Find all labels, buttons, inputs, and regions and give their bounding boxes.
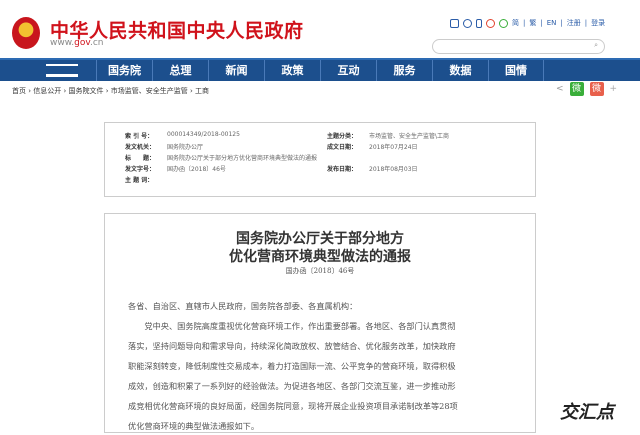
- topic-value: 市场监管、安全生产监管\工商: [369, 133, 450, 140]
- header-tools: 简 | 繁 | EN | 注册 | 登录: [450, 18, 605, 28]
- search-icon[interactable]: ⌕: [594, 41, 598, 50]
- nav-guowuyuan[interactable]: 国务院: [96, 60, 152, 81]
- link-traditional[interactable]: 繁: [529, 18, 536, 28]
- crumb-home[interactable]: 首页: [12, 87, 26, 95]
- wechat-icon[interactable]: [499, 18, 508, 28]
- national-emblem-icon: [12, 17, 40, 49]
- more-share-icon[interactable]: +: [610, 84, 618, 94]
- share-icon[interactable]: <: [556, 84, 564, 94]
- nav-hudong[interactable]: 互动: [320, 60, 376, 81]
- main-nav: 国务院 总理 新闻 政策 互动 服务 数据 国情: [0, 58, 640, 81]
- salutation: 各省、自治区、直辖市人民政府，国务院各部委、各直属机构：: [128, 301, 358, 311]
- nav-zongli[interactable]: 总理: [152, 60, 208, 81]
- issuer-label: 发文机关：: [125, 144, 156, 151]
- link-english[interactable]: EN: [547, 19, 557, 27]
- breadcrumb: 首页 › 信息公开 › 国务院文件 › 市场监管、安全生产监管 › 工商: [12, 87, 209, 95]
- link-simplified[interactable]: 简: [512, 18, 519, 28]
- date-value: 2018年07月24日: [369, 144, 418, 151]
- date-label: 成文日期：: [327, 144, 358, 151]
- document-info-box: 索 引 号： 000014349/2018-00125 主题分类： 市场监管、安全生…: [104, 122, 536, 197]
- nav-shuju[interactable]: 数据: [432, 60, 488, 81]
- pub-value: 2018年08月03日: [369, 166, 418, 173]
- site-header: 中华人民共和国中央人民政府 www.gov.cn 简 | 繁 | EN | 注册 | 登…: [0, 0, 640, 56]
- para-line: 成竞相优化营商环境的良好局面，经国务院同意，现将开展企业投资项目承诺制改革等28…: [128, 401, 458, 411]
- doc-number: 国办函〔2018〕46号: [285, 267, 355, 275]
- topic-label: 主题分类：: [327, 133, 358, 140]
- link-register[interactable]: 注册: [567, 18, 581, 28]
- para-line: 成效，创造和积累了一系列好的经验做法。为促进各地区、各部门交流互鉴，进一步推动形: [128, 381, 456, 391]
- keywords-label: 主 题 词：: [125, 177, 154, 184]
- share-bar: < 微 微 +: [556, 82, 617, 96]
- crumb-market[interactable]: 市场监管、安全生产监管: [111, 87, 188, 95]
- watermark-logo: 交汇点: [560, 402, 614, 423]
- mail-icon[interactable]: [450, 18, 459, 28]
- para-line: 职能深刻转变，降低制度性交易成本，着力打造国际一流、公平竞争的营商环境，取得积极: [128, 361, 456, 371]
- search-input[interactable]: ⌕: [432, 39, 605, 54]
- doc-title-line2: 优化营商环境典型做法的通报: [229, 249, 411, 265]
- wechat-share-icon[interactable]: 微: [569, 82, 584, 96]
- tiananmen-logo-icon[interactable]: [46, 64, 78, 77]
- title-label: 标 题：: [125, 155, 156, 162]
- pub-label: 发布日期：: [327, 166, 358, 173]
- doc-title-line1: 国务院办公厅关于部分地方: [236, 231, 404, 247]
- nav-guoqing[interactable]: 国情: [488, 60, 544, 81]
- document-body: 国务院办公厅关于部分地方 优化营商环境典型做法的通报 国办函〔2018〕46号 …: [104, 213, 536, 433]
- docno-label: 发文字号：: [125, 166, 156, 173]
- mobile-icon[interactable]: [476, 18, 482, 28]
- title-value: 国务院办公厅关于部分地方优化营商环境典型做法的通报: [167, 155, 318, 162]
- index-label: 索 引 号：: [125, 133, 154, 140]
- crumb-business[interactable]: 工商: [195, 87, 209, 95]
- weibo-icon[interactable]: [486, 18, 495, 28]
- weibo-share-icon[interactable]: 微: [589, 82, 604, 96]
- nav-xinwen[interactable]: 新闻: [208, 60, 264, 81]
- docno-value: 国办函〔2018〕46号: [167, 166, 226, 173]
- issuer-value: 国务院办公厅: [167, 144, 204, 151]
- index-value: 000014349/2018-00125: [167, 131, 240, 138]
- crumb-info[interactable]: 信息公开: [33, 87, 61, 95]
- link-login[interactable]: 登录: [591, 18, 605, 28]
- para-line: 党中央、国务院高度重视优化营商环境工作，作出重要部署。各地区、各部门认真贯彻: [128, 321, 456, 331]
- nav-zhengce[interactable]: 政策: [264, 60, 320, 81]
- app-icon[interactable]: [463, 18, 472, 28]
- crumb-docs[interactable]: 国务院文件: [69, 87, 104, 95]
- para-line: 落实，坚持问题导向和需求导向，持续深化简政放权、放管结合、优化服务改革，加快政府: [128, 341, 456, 351]
- para-line: 优化营商环境的典型做法通报如下。: [128, 421, 260, 431]
- nav-fuwu[interactable]: 服务: [376, 60, 432, 81]
- site-url: www.gov.cn: [50, 38, 104, 48]
